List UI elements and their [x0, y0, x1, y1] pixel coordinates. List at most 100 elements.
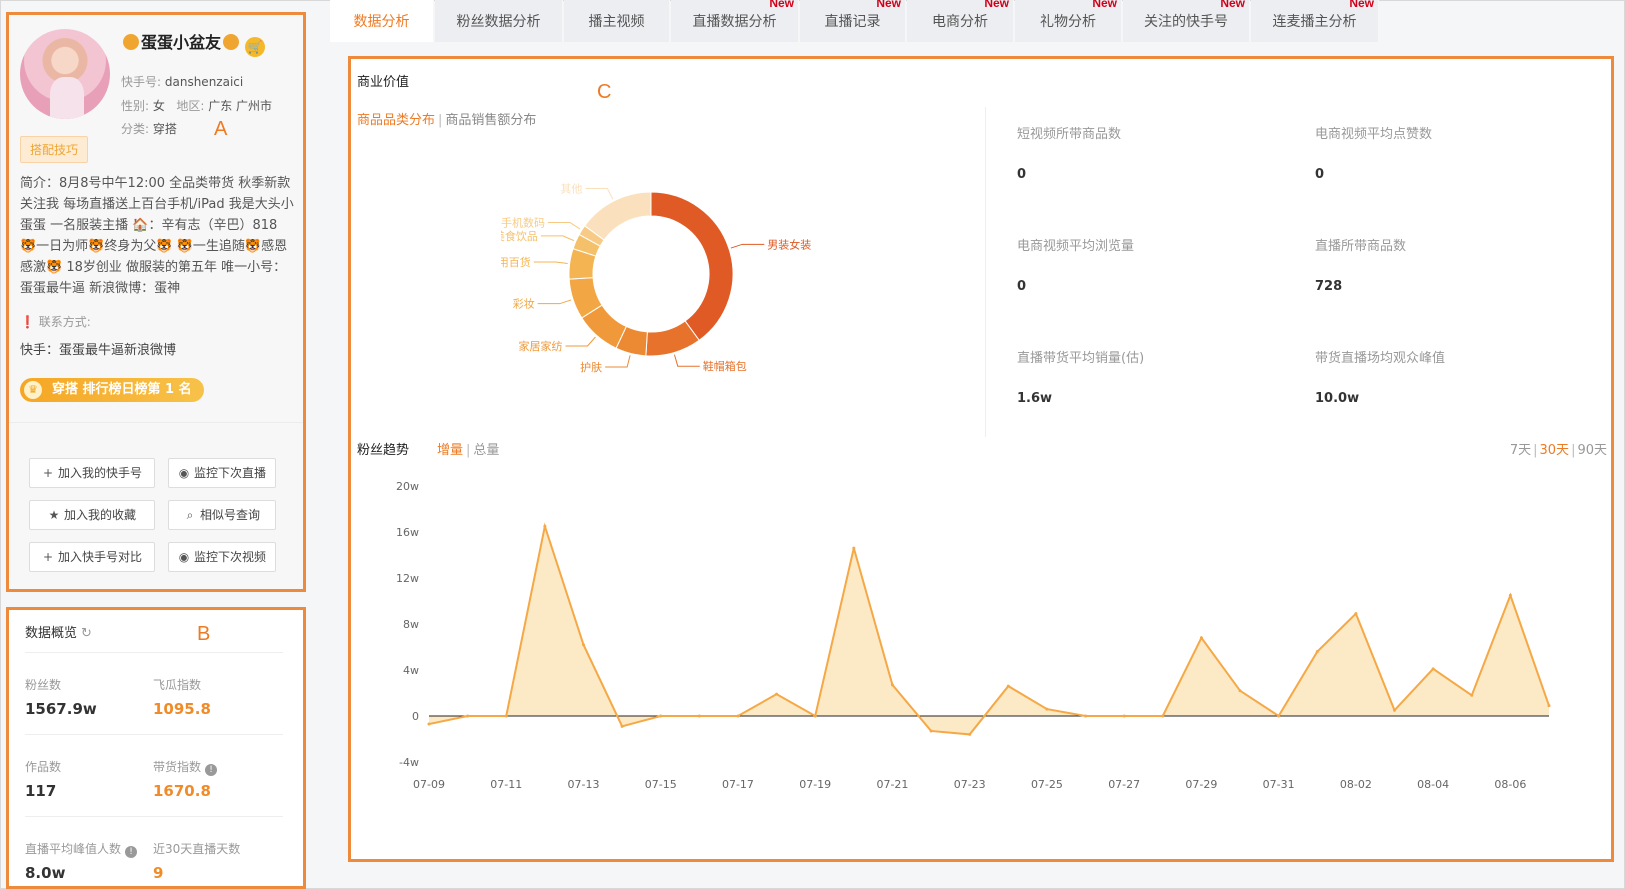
add-favorite-button[interactable]: ★ 加入我的收藏	[29, 500, 155, 530]
data-point[interactable]	[775, 692, 779, 696]
data-point[interactable]	[620, 724, 624, 728]
range-7-days[interactable]: 7天	[1510, 443, 1531, 458]
info-icon[interactable]: !	[125, 846, 138, 858]
data-point[interactable]	[1277, 714, 1281, 718]
x-tick-label: 07-23	[954, 778, 986, 791]
monitor-next-live-button[interactable]: ◉ 监控下次直播	[168, 458, 276, 488]
data-point[interactable]	[1354, 612, 1358, 616]
tab-gift-analysis[interactable]: 礼物分析 New	[1015, 0, 1122, 42]
subtab-sales[interactable]: 商品销售额分布	[445, 113, 536, 128]
new-badge: New	[876, 0, 901, 10]
tab-increase[interactable]: 增量	[437, 443, 463, 458]
rank-badge[interactable]: ♛ 穿搭 排行榜日榜第 1 名	[20, 378, 204, 402]
x-tick-label: 07-11	[490, 778, 522, 791]
data-point[interactable]	[1006, 684, 1010, 688]
data-point[interactable]	[890, 683, 894, 687]
data-point[interactable]	[1547, 704, 1551, 708]
live-peak-label-text: 直播平均峰值人数	[25, 842, 122, 856]
donut-leader-line	[673, 354, 700, 367]
data-point[interactable]	[1161, 714, 1165, 718]
x-tick-label: 07-25	[1031, 778, 1063, 791]
eye-icon: ◉	[178, 466, 190, 480]
data-point[interactable]	[1084, 714, 1088, 718]
data-point[interactable]	[466, 714, 470, 718]
y-tick-label: 4w	[403, 664, 419, 677]
donut-slice[interactable]	[583, 191, 652, 241]
category-value: 穿搭	[152, 122, 177, 136]
tab-total[interactable]: 总量	[473, 443, 499, 458]
data-point[interactable]	[1431, 667, 1435, 671]
data-point[interactable]	[543, 524, 547, 528]
y-tick-label: 20w	[396, 480, 419, 493]
y-tick-label: -4w	[399, 756, 419, 769]
tab-live-records[interactable]: 直播记录 New	[800, 0, 906, 42]
range-30-days[interactable]: 30天	[1540, 443, 1570, 458]
shop-badge-icon: 🛒	[245, 37, 266, 57]
similar-search-button[interactable]: ⌕ 相似号查询	[168, 500, 276, 530]
contact-title-text: 联系方式:	[38, 315, 91, 329]
donut-slice[interactable]	[650, 191, 734, 342]
info-icon[interactable]: !	[205, 764, 218, 776]
tab-label: 电商分析	[932, 14, 988, 30]
subtab-category[interactable]: 商品品类分布	[357, 113, 435, 128]
star-icon: ★	[48, 508, 60, 522]
divider	[25, 816, 283, 817]
add-my-kuaishou-button[interactable]: + 加入我的快手号	[29, 458, 155, 488]
donut-leader-line	[565, 336, 596, 347]
data-point[interactable]	[659, 714, 663, 718]
trend-mode-tabs: 增量 | 总量	[437, 439, 499, 458]
tab-data-analysis[interactable]: 数据分析	[330, 0, 434, 42]
tab-label: 数据分析	[353, 14, 410, 30]
tab-live-analysis[interactable]: 直播数据分析 New	[671, 0, 799, 42]
data-point[interactable]	[581, 643, 585, 647]
data-point[interactable]	[929, 729, 933, 733]
monitor-next-video-label: 监控下次视频	[193, 550, 266, 564]
overview-card: B 数据概览 ↻ 粉丝数 1567.9w 飞瓜指数 1095.8 作品数 117 …	[6, 607, 306, 889]
data-point[interactable]	[1199, 636, 1203, 640]
sales-index-label: 带货指数!	[153, 758, 218, 776]
data-point[interactable]	[852, 546, 856, 550]
tab-label: 连麦播主分析	[1272, 14, 1357, 30]
avatar[interactable]	[20, 29, 110, 119]
annotation-label-b: B	[197, 623, 211, 645]
tab-ecommerce-analysis[interactable]: 电商分析 New	[907, 0, 1014, 42]
ecom-video-views-value: 0	[1017, 279, 1027, 294]
x-tick-label: 07-31	[1263, 778, 1295, 791]
add-compare-button[interactable]: + 加入快手号对比	[29, 542, 155, 572]
rank-text: 穿搭 排行榜日榜第 1 名	[52, 382, 192, 397]
data-point[interactable]	[427, 722, 431, 726]
tab-label: 直播记录	[824, 14, 881, 30]
data-point[interactable]	[1238, 689, 1242, 693]
x-tick-label: 07-29	[1185, 778, 1217, 791]
data-point[interactable]	[504, 714, 508, 718]
info-icon: ❗	[20, 315, 35, 329]
monitor-next-video-button[interactable]: ◉ 监控下次视频	[168, 542, 276, 572]
tab-fans-analysis[interactable]: 粉丝数据分析	[435, 0, 563, 42]
refresh-icon[interactable]: ↻	[81, 626, 92, 641]
data-point[interactable]	[736, 714, 740, 718]
range-90-days[interactable]: 90天	[1577, 443, 1607, 458]
tip-tag[interactable]: 搭配技巧	[20, 136, 89, 163]
main-tabs: 数据分析 粉丝数据分析 播主视频 直播数据分析 New 直播记录 New 电商分析 N…	[330, 0, 1610, 42]
data-point[interactable]	[697, 714, 701, 718]
data-point[interactable]	[1045, 707, 1049, 711]
contact-text: 快手：蛋蛋最牛逼新浪微博	[20, 343, 177, 358]
data-point[interactable]	[1122, 714, 1126, 718]
tiger-emoji-icon	[123, 34, 139, 50]
gender-region: 性别: 女 地区: 广东 广州市	[121, 97, 272, 114]
nickname-text: 蛋蛋小盆友	[141, 33, 222, 52]
data-point[interactable]	[968, 732, 972, 736]
tab-followed-accounts[interactable]: 关注的快手号 New	[1123, 0, 1250, 42]
tab-label: 关注的快手号	[1144, 14, 1228, 30]
feigua-value: 1095.8	[153, 700, 211, 718]
data-point[interactable]	[1470, 693, 1474, 697]
data-point[interactable]	[1508, 593, 1512, 597]
data-point[interactable]	[813, 714, 817, 718]
data-point[interactable]	[1315, 650, 1319, 654]
y-tick-label: 12w	[396, 572, 419, 585]
data-point[interactable]	[1393, 708, 1397, 712]
kuaishou-id: 快手号: danshenzaici	[121, 73, 243, 90]
nickname: 蛋蛋小盆友 🛒	[121, 29, 266, 57]
tab-co-host-analysis[interactable]: 连麦播主分析 New	[1251, 0, 1379, 42]
tab-streamer-videos[interactable]: 播主视频	[564, 0, 670, 42]
